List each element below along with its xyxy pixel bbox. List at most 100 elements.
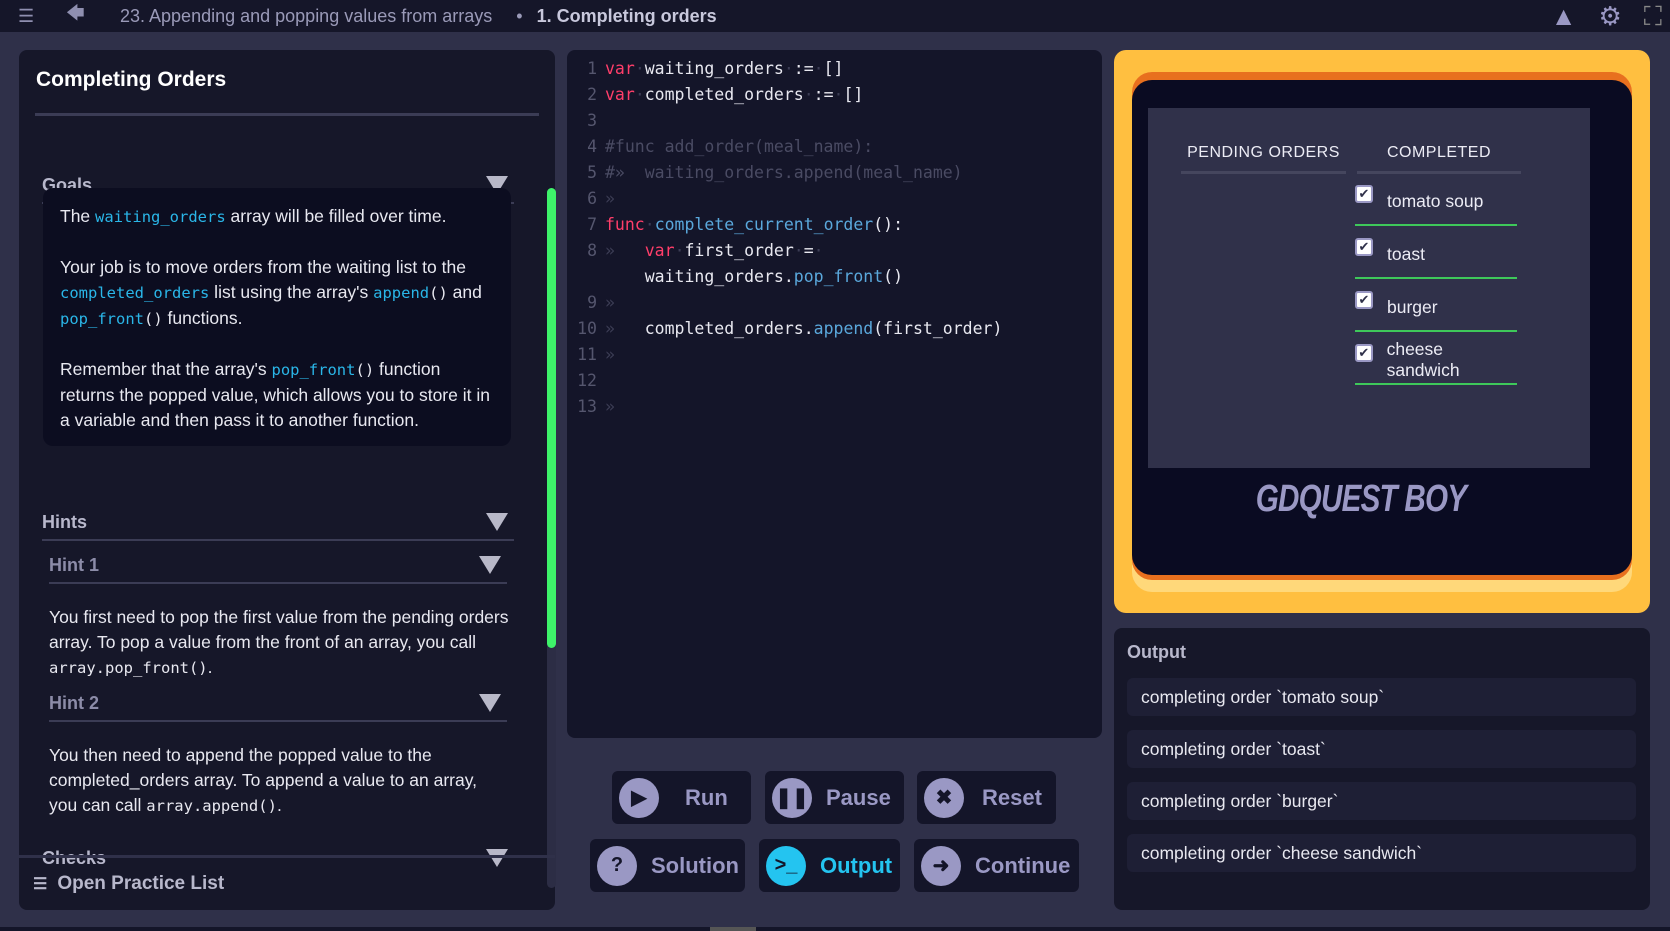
fullscreen-icon[interactable]: ⛶: [1644, 1, 1662, 31]
goal-paragraph: Remember that the array's pop_front() fu…: [60, 357, 494, 433]
hint-1-text: You first need to pop the first value fr…: [49, 605, 509, 681]
code-token: completed_orders: [644, 85, 804, 104]
hints-section-header[interactable]: Hints: [42, 505, 514, 541]
collapse-triangle-icon[interactable]: [479, 694, 501, 712]
checkbox-checked-icon: ✔: [1355, 344, 1373, 362]
scrollbar-thumb[interactable]: [547, 188, 556, 648]
code-editor[interactable]: 1 var · waiting_orders ·:= ·[] 2 var · completed_…: [567, 50, 1102, 738]
line-number: 3: [587, 111, 597, 130]
code-token: »: [605, 189, 615, 208]
goal-text: Your job is to move orders from the wait…: [60, 257, 466, 277]
goals-text: The waiting_orders array will be filled …: [43, 188, 511, 446]
hint-2-label: Hint 2: [49, 692, 100, 713]
order-name: toast: [1387, 243, 1425, 264]
code-line[interactable]: 5 #» waiting_orders.append(meal_name): [567, 160, 1102, 186]
code-token: var: [605, 85, 635, 104]
output-title: Output: [1127, 642, 1186, 662]
run-label: Run: [685, 784, 728, 810]
hint-1-header[interactable]: Hint 1: [49, 548, 507, 584]
pause-icon: ❚❚: [772, 777, 812, 818]
hints-label: Hints: [42, 511, 87, 532]
top-bar: ☰ 🡄 23. Appending and popping values fro…: [0, 0, 1670, 32]
breadcrumb-parent[interactable]: 23. Appending and popping values from ar…: [120, 6, 492, 27]
goal-text: The: [60, 206, 96, 226]
hint-1-label: Hint 1: [49, 554, 100, 575]
code-token: ·: [813, 241, 824, 260]
reset-button[interactable]: ✖ Reset: [917, 771, 1056, 824]
line-number: 4: [587, 137, 597, 156]
hint-2-text: You then need to append the popped value…: [49, 743, 509, 819]
code-token: #» waiting_orders.append(meal_name): [605, 163, 963, 182]
line-number: 13: [577, 397, 597, 416]
code-term: pop_front: [271, 361, 356, 379]
continue-button[interactable]: ➜ Continue: [914, 839, 1079, 892]
output-line: completing order `tomato soup`: [1127, 678, 1636, 716]
completed-header: COMPLETED: [1357, 144, 1521, 174]
lesson-panel: Completing Orders Goals The waiting_orde…: [19, 50, 556, 910]
order-name: cheese sandwich: [1386, 339, 1460, 380]
menu-icon[interactable]: ☰: [18, 6, 48, 27]
collapse-triangle-icon[interactable]: [486, 513, 508, 531]
checkbox-checked-icon: ✔: [1355, 185, 1373, 203]
code-line[interactable]: 9»: [567, 290, 1102, 316]
line-number: 2: [587, 85, 597, 104]
code-token: ():: [873, 215, 904, 234]
collapse-triangle-icon[interactable]: [479, 556, 501, 574]
breadcrumb-current: 1. Completing orders: [536, 5, 717, 26]
code-token: ·: [793, 241, 804, 260]
code-term: completed_orders: [60, 284, 210, 302]
order-name: burger: [1387, 296, 1438, 317]
line-number: [567, 264, 597, 290]
line-number: 5: [587, 163, 597, 182]
code-line[interactable]: 8» var · first_order · = ·: [567, 238, 1102, 264]
code-token: func: [605, 215, 645, 234]
goal-text: (): [144, 310, 163, 328]
output-button[interactable]: >_ Output: [759, 839, 900, 892]
code-token: »: [605, 397, 615, 416]
order-name: tomato soup: [1387, 190, 1484, 211]
goal-text: (): [355, 361, 375, 379]
code-line[interactable]: 7 func · complete_current_order ():: [567, 212, 1102, 238]
solution-label: Solution: [651, 852, 739, 878]
code-line[interactable]: 13 »: [567, 394, 1102, 420]
line-number: 10: [577, 319, 597, 338]
output-line: completing order `cheese sandwich`: [1127, 834, 1636, 872]
breadcrumb-separator: •: [516, 5, 523, 26]
code-token: :=: [793, 59, 814, 78]
code-token: (): [883, 267, 904, 286]
code-line[interactable]: 3: [567, 108, 1102, 134]
code-line[interactable]: 4 #func add_order(meal_name):: [567, 134, 1102, 160]
hint-2-header[interactable]: Hint 2: [49, 686, 507, 722]
checkbox-checked-icon: ✔: [1355, 291, 1373, 309]
gear-icon[interactable]: ⚙: [1598, 1, 1621, 31]
warning-icon[interactable]: ▲: [1551, 1, 1577, 31]
code-token: ·: [783, 59, 794, 78]
code-token: ·: [634, 59, 645, 78]
code-line[interactable]: 12: [567, 368, 1102, 394]
code-line[interactable]: 2 var · completed_orders ·:= ·[]: [567, 82, 1102, 108]
code-line[interactable]: 6»: [567, 186, 1102, 212]
back-arrow-icon[interactable]: 🡄: [66, 1, 96, 31]
pause-label: Pause: [826, 784, 891, 810]
code-token: pop_front: [793, 267, 884, 286]
run-button[interactable]: ▶ Run: [612, 771, 751, 824]
completed-order-item: ✔ tomato soup: [1355, 178, 1517, 226]
code-line[interactable]: 10 » completed_orders. append (first_order): [567, 316, 1102, 342]
open-practice-list-button[interactable]: ☰ Open Practice List: [19, 855, 555, 910]
solution-button[interactable]: ? Solution: [590, 839, 745, 892]
completed-order-item: ✔ cheese sandwich: [1355, 337, 1517, 385]
output-line: completing order `burger`: [1127, 782, 1636, 820]
code-token: completed_orders.: [644, 319, 814, 338]
code-line[interactable]: 1 var · waiting_orders ·:= ·[]: [567, 56, 1102, 82]
code-token: ·: [833, 85, 844, 104]
code-line[interactable]: waiting_orders. pop_front(): [567, 264, 1102, 290]
code-token: []: [823, 59, 844, 78]
code-term: pop_front: [60, 310, 144, 328]
completed-order-item: ✔ toast: [1355, 231, 1517, 279]
pause-button[interactable]: ❚❚ Pause: [765, 771, 904, 824]
gdquest-boy-logo: GDQUEST BOY: [1255, 478, 1467, 520]
continue-label: Continue: [975, 852, 1071, 878]
output-label: Output: [820, 852, 893, 878]
goal-paragraph: Your job is to move orders from the wait…: [60, 255, 494, 332]
code-line[interactable]: 11 »: [567, 342, 1102, 368]
